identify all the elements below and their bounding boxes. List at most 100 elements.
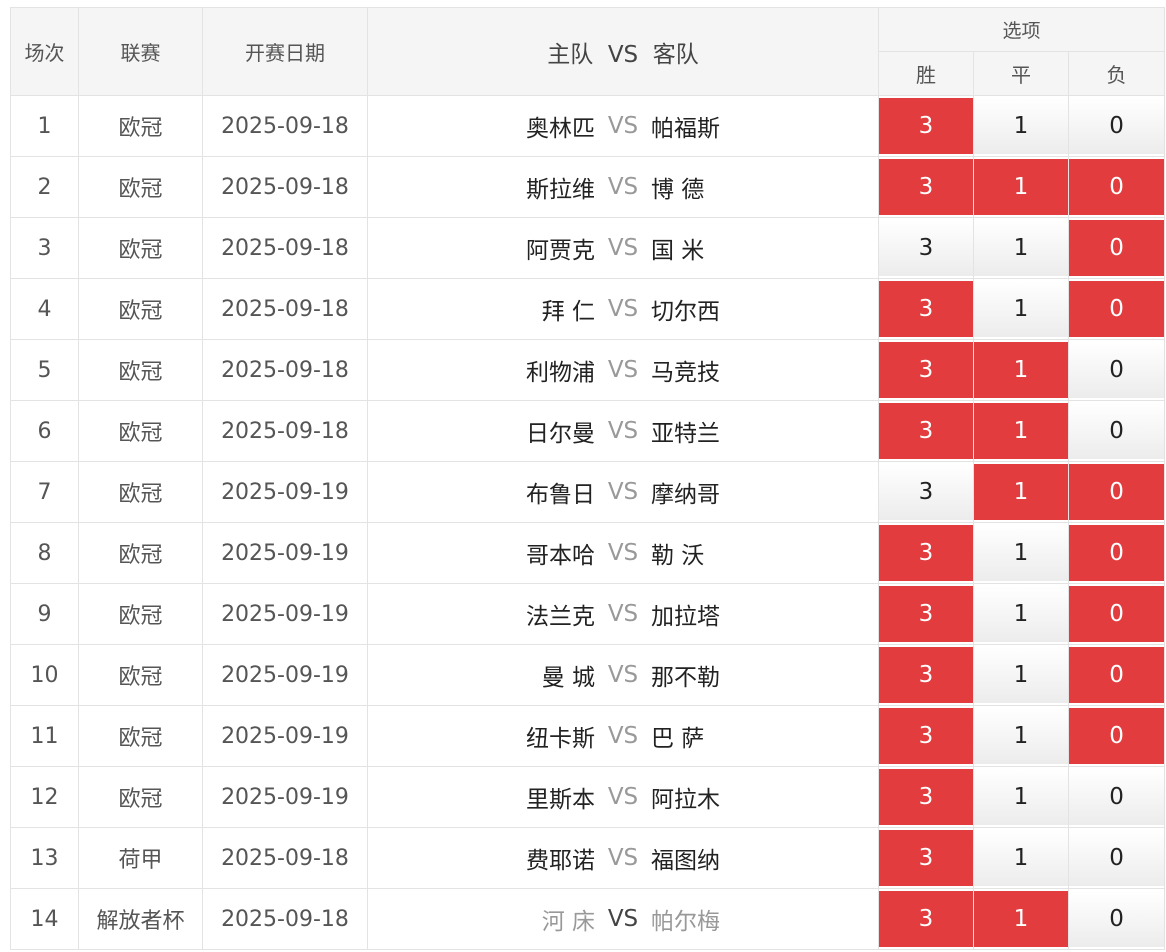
option-loss-button[interactable]: 0 [1069,891,1165,947]
vs-label: VS [607,723,639,749]
option-loss-cell: 0 [1067,705,1166,767]
match-date: 2025-09-19 [202,766,368,828]
option-loss-button[interactable]: 0 [1069,464,1165,520]
option-loss-cell: 0 [1067,827,1166,889]
option-loss-button[interactable]: 0 [1069,769,1165,825]
option-loss-button[interactable]: 0 [1069,708,1165,764]
option-draw-button[interactable]: 1 [974,891,1068,947]
option-win-button[interactable]: 3 [879,464,973,520]
option-loss-cell: 0 [1067,461,1166,523]
vs-label: VS [607,296,639,322]
option-win-cell: 3 [878,400,974,462]
option-win-button[interactable]: 3 [879,98,973,154]
home-team: 阿贾克 [526,238,595,264]
option-draw-button[interactable]: 1 [974,403,1068,459]
match-date: 2025-09-18 [202,95,368,157]
option-draw-cell: 1 [973,278,1069,340]
option-win-button[interactable]: 3 [879,647,973,703]
option-draw-button[interactable]: 1 [974,525,1068,581]
table-row: 8 欧冠 2025-09-19 哥本哈 VS 勒 沃 310 [10,522,1166,584]
home-team: 曼 城 [541,665,595,691]
option-win-button[interactable]: 3 [879,281,973,337]
option-draw-button[interactable]: 1 [974,769,1068,825]
away-team: 帕尔梅 [651,909,720,935]
vs-label: VS [607,540,639,566]
matchup-cell: 河 床 VS 帕尔梅 [367,888,879,950]
table-row: 6 欧冠 2025-09-18 日尔曼 VS 亚特兰 3 1 0 [10,400,1166,462]
matchup-cell: 里斯本 VS 阿拉木 [367,766,879,828]
option-loss-button[interactable]: 0 [1069,647,1165,703]
option-loss-cell: 0 [1067,888,1166,950]
option-win-button[interactable]: 3 [879,220,973,276]
away-team: 马竞技 [651,360,720,386]
vs-label: VS [607,174,639,200]
option-draw-cell: 1 [973,156,1069,218]
option-draw-cell: 1 [973,217,1069,279]
option-loss-button[interactable]: 0 [1069,98,1165,154]
home-team: 日尔曼 [526,421,595,447]
header-date: 开赛日期 [202,7,368,96]
league-name: 欧冠 [78,339,203,401]
option-loss-button[interactable]: 0 [1069,220,1165,276]
match-date: 2025-09-18 [202,156,368,218]
option-draw-cell: 1 [973,766,1069,828]
table-row: 10 欧冠 2025-09-19 曼 城 VS 那不勒 3 1 0 [10,644,1166,706]
option-win-button[interactable]: 3 [879,159,973,215]
option-draw-button[interactable]: 1 [974,98,1068,154]
option-draw-button[interactable]: 1 [974,586,1068,642]
option-win-button[interactable]: 3 [879,525,973,581]
option-draw-cell: 1 [973,705,1069,767]
option-win-button[interactable]: 3 [879,708,973,764]
option-loss-cell: 0 [1067,583,1166,645]
match-index: 14 [10,888,79,950]
option-win-button[interactable]: 3 [879,586,973,642]
option-loss-button[interactable]: 0 [1069,403,1165,459]
matchup-cell: 布鲁日 VS 摩纳哥 [367,461,879,523]
option-loss-button[interactable]: 0 [1069,830,1165,886]
vs-label: VS [607,845,639,871]
vs-label: VS [607,479,639,505]
option-draw-button[interactable]: 1 [974,281,1068,337]
option-draw-button[interactable]: 1 [974,708,1068,764]
option-win-button[interactable]: 3 [879,342,973,398]
matchup-cell: 日尔曼 VS 亚特兰 [367,400,879,462]
header-draw: 平 [973,51,1069,96]
table-row: 7 欧冠 2025-09-19 布鲁日 VS 摩纳哥 3 1 0 [10,461,1166,523]
option-loss-button[interactable]: 0 [1069,586,1165,642]
table-row: 5 欧冠 2025-09-18 利物浦 VS 马竞技 3 1 0 [10,339,1166,401]
option-win-button[interactable]: 3 [879,891,973,947]
match-index: 5 [10,339,79,401]
home-team: 哥本哈 [526,543,595,569]
option-loss-button[interactable]: 0 [1069,281,1165,337]
option-win-button[interactable]: 3 [879,403,973,459]
match-index: 4 [10,278,79,340]
match-index: 12 [10,766,79,828]
table-row: 14 解放者杯 2025-09-18 河 床 VS 帕尔梅 3 1 0 [10,888,1166,950]
option-win-button[interactable]: 3 [879,830,973,886]
league-name: 欧冠 [78,156,203,218]
option-draw-button[interactable]: 1 [974,464,1068,520]
match-table: 场次 联赛 开赛日期 主队 VS 客队 选项 胜 平 负 1 欧冠 2025-09-… [10,7,1166,950]
matchup-cell: 法兰克 VS 加拉塔 [367,583,879,645]
option-loss-cell: 0 [1067,766,1166,828]
away-team: 国 米 [651,238,705,264]
match-index: 8 [10,522,79,584]
match-date: 2025-09-19 [202,644,368,706]
away-team: 那不勒 [651,665,720,691]
league-name: 欧冠 [78,400,203,462]
match-date: 2025-09-19 [202,583,368,645]
option-draw-button[interactable]: 1 [974,647,1068,703]
match-rows: 1 欧冠 2025-09-18 奥林匹 VS 帕福斯 3 1 0 2 欧冠 2025-09-18 斯拉维… [10,95,1166,950]
match-date: 2025-09-18 [202,278,368,340]
option-draw-button[interactable]: 1 [974,159,1068,215]
away-team: 切尔西 [651,299,720,325]
match-index: 3 [10,217,79,279]
option-win-button[interactable]: 3 [879,769,973,825]
away-team: 摩纳哥 [651,482,720,508]
option-loss-button[interactable]: 0 [1069,342,1165,398]
option-draw-button[interactable]: 1 [974,342,1068,398]
option-loss-button[interactable]: 0 [1069,159,1165,215]
option-draw-button[interactable]: 1 [974,220,1068,276]
option-loss-button[interactable]: 0 [1069,525,1165,581]
option-draw-button[interactable]: 1 [974,830,1068,886]
